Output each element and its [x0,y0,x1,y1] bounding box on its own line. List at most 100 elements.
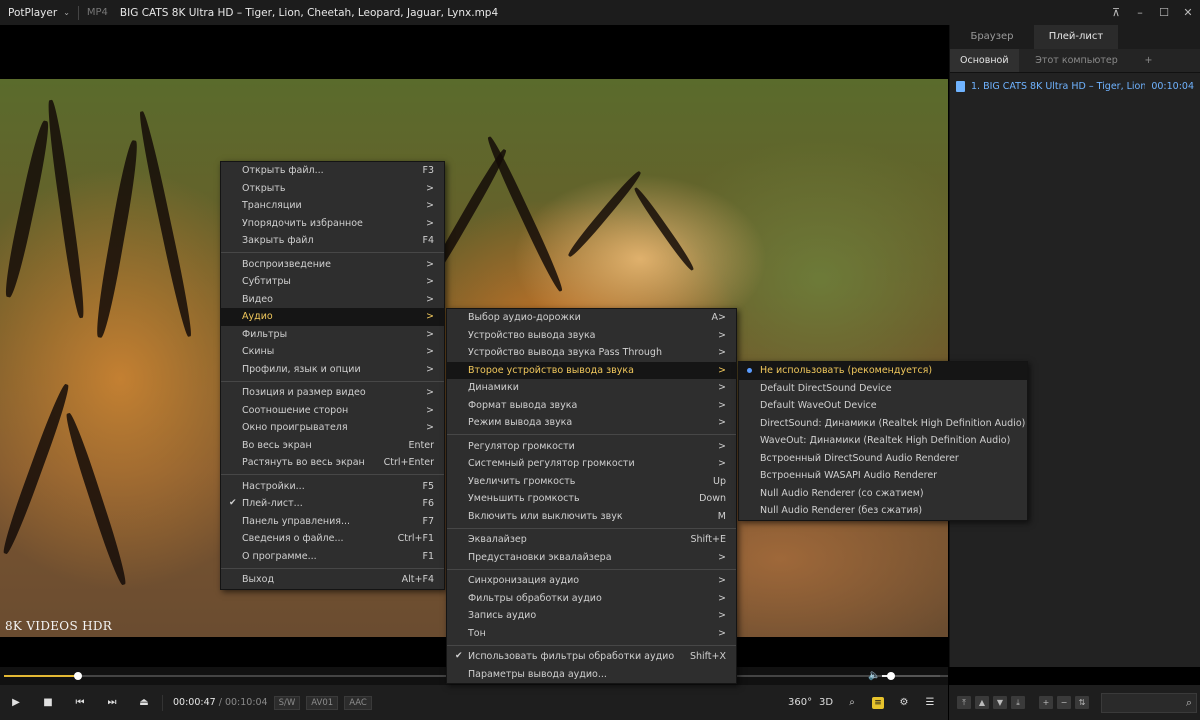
context-menu-item[interactable]: О программе... F1 [221,548,444,566]
audio-menu-item[interactable]: Режим вывода звука > [447,414,736,432]
next-icon[interactable]: ⏭ [96,697,128,708]
volume-icon[interactable]: 🔈 [868,670,880,681]
audio-menu-item[interactable]: Предустановки эквалайзера > [447,549,736,567]
zoom-search-icon[interactable]: ⌕ [840,697,864,708]
audio-menu-item[interactable]: Формат вывода звука > [447,397,736,415]
audio-menu-item[interactable]: ✔ Использовать фильтры обработки аудио Shi… [447,648,736,666]
minimize-button[interactable]: – [1128,6,1152,19]
context-menu-item[interactable]: Упорядочить избранное > [221,215,444,233]
previous-icon[interactable]: ⏮ [64,697,96,708]
context-menu-item[interactable]: Настройки... F5 [221,478,444,496]
context-menu-item[interactable]: ✔ Плей-лист... F6 [221,495,444,513]
sort-icon[interactable]: ⇅ [1075,696,1089,709]
3d-button[interactable]: 3D [814,697,838,708]
subtitle-icon[interactable]: ≡ [872,696,884,709]
playlist-search-input[interactable]: ⌕ [1101,692,1197,713]
context-menu-item[interactable]: Видео > [221,291,444,309]
context-menu-item[interactable]: Окно проигрывателя > [221,419,444,437]
context-menu-item[interactable]: Аудио > [221,308,444,326]
context-menu-item[interactable]: Сведения о файле... Ctrl+F1 [221,530,444,548]
subtab-main[interactable]: Основной [950,49,1019,72]
gear-icon[interactable]: ⚙ [892,697,916,708]
menu-item-label: Выход [242,574,275,585]
context-menu-item[interactable]: Во весь экран Enter [221,437,444,455]
device-menu-item[interactable]: Null Audio Renderer (без сжатия) [739,502,1027,520]
volume-handle[interactable] [886,672,895,680]
add-icon[interactable]: + [1039,696,1053,709]
playlist-subtabs: Основной Этот компьютер + [950,49,1200,73]
play-icon[interactable]: ▶ [0,697,32,708]
device-menu-item[interactable]: Встроенный WASAPI Audio Renderer [739,467,1027,485]
eject-icon[interactable]: ⏏ [128,697,160,708]
move-bottom-icon[interactable]: ⤓ [1011,696,1025,709]
tab-browser[interactable]: Браузер [950,25,1034,49]
app-name: PotPlayer [8,6,58,19]
context-menu-item[interactable]: Панель управления... F7 [221,513,444,531]
context-menu-item[interactable]: Соотношение сторон > [221,402,444,420]
device-menu-item[interactable]: DirectSound: Динамики (Realtek High Defi… [739,415,1027,433]
menu-item-shortcut: > [718,382,726,393]
audio-menu-item[interactable]: Запись аудио > [447,607,736,625]
menu-item-shortcut: > [718,551,726,563]
audio-menu-item[interactable]: Уменьшить громкость Down [447,490,736,508]
device-menu-item[interactable]: Встроенный DirectSound Audio Renderer [739,450,1027,468]
maximize-button[interactable]: ☐ [1152,6,1176,19]
video-codec-badge[interactable]: AV01 [306,695,339,710]
audio-menu-item[interactable]: Устройство вывода звука > [447,327,736,345]
context-menu-item[interactable]: Скины > [221,343,444,361]
audio-menu-item[interactable]: Параметры вывода аудио... [447,666,736,684]
device-menu-item[interactable]: Default DirectSound Device [739,380,1027,398]
subtab-add-button[interactable]: + [1135,49,1163,72]
volume-slider[interactable] [882,672,940,680]
context-menu-item[interactable]: Открыть > [221,180,444,198]
audio-menu-item[interactable]: Тон > [447,625,736,643]
move-down-icon[interactable]: ▼ [993,696,1007,709]
context-menu-item[interactable]: Фильтры > [221,326,444,344]
context-menu-item[interactable]: Закрыть файл F4 [221,232,444,250]
audio-menu-item[interactable]: Включить или выключить звук M [447,508,736,526]
hamburger-icon[interactable]: ☰ [918,697,942,708]
context-menu-item[interactable]: Трансляции > [221,197,444,215]
device-menu-item[interactable]: Default WaveOut Device [739,397,1027,415]
context-menu-item[interactable]: Воспроизведение > [221,256,444,274]
subtab-this-computer[interactable]: Этот компьютер [1019,49,1135,72]
audio-menu-item[interactable]: Регулятор громкости > [447,438,736,456]
audio-menu-item[interactable]: Эквалайзер Shift+E [447,531,736,549]
audio-codec-badge[interactable]: AAC [344,695,372,710]
playlist-item[interactable]: 1. BIG CATS 8K Ultra HD – Tiger, Lion, C… [950,76,1200,96]
audio-menu-item[interactable]: Устройство вывода звука Pass Through > [447,344,736,362]
decoder-badge[interactable]: S/W [273,695,301,710]
vr-360-button[interactable]: 360° [788,697,812,708]
audio-menu-item[interactable]: Выбор аудио-дорожки A> [447,309,736,327]
device-menu-item[interactable]: WaveOut: Динамики (Realtek High Definiti… [739,432,1027,450]
remove-icon[interactable]: − [1057,696,1071,709]
context-menu-item[interactable]: Растянуть во весь экран Ctrl+Enter [221,454,444,472]
search-icon[interactable]: ⌕ [1186,696,1192,710]
context-menu-item[interactable]: Профили, язык и опции > [221,361,444,379]
menu-item-label: WaveOut: Динамики (Realtek High Definiti… [760,435,1011,446]
context-menu-item[interactable]: Выход Alt+F4 [221,571,444,589]
playlist-item-name: 1. BIG CATS 8K Ultra HD – Tiger, Lion, C… [971,80,1146,92]
audio-menu-item[interactable]: Второе устройство вывода звука > [447,361,736,379]
audio-menu-item[interactable]: Увеличить громкость Up [447,473,736,491]
context-menu-item[interactable]: Открыть файл... F3 [221,162,444,180]
audio-menu-item[interactable]: Динамики > [447,379,736,397]
device-menu-item[interactable]: Null Audio Renderer (со сжатием) [739,485,1027,503]
pin-icon[interactable]: ⊼ [1104,6,1128,19]
context-menu-item[interactable]: Позиция и размер видео > [221,384,444,402]
move-top-icon[interactable]: ⤒ [957,696,971,709]
move-up-icon[interactable]: ▲ [975,696,989,709]
context-menu-item[interactable]: Субтитры > [221,273,444,291]
menu-item-shortcut: > [718,399,726,411]
tab-playlist[interactable]: Плей-лист [1034,25,1118,49]
close-button[interactable]: ✕ [1176,6,1200,19]
audio-menu-item[interactable]: Системный регулятор громкости > [447,455,736,473]
audio-menu-item[interactable]: Фильтры обработки аудио > [447,590,736,608]
app-menu-button[interactable]: PotPlayer ⌄ [0,7,70,19]
menu-item-label: Эквалайзер [468,534,527,545]
device-menu-item[interactable]: Не использовать (рекомендуется) [739,362,1027,380]
seek-handle[interactable] [73,672,82,680]
menu-item-label: Скины [242,346,275,357]
stop-icon[interactable]: ■ [32,697,64,708]
audio-menu-item[interactable]: Синхронизация аудио > [447,572,736,590]
